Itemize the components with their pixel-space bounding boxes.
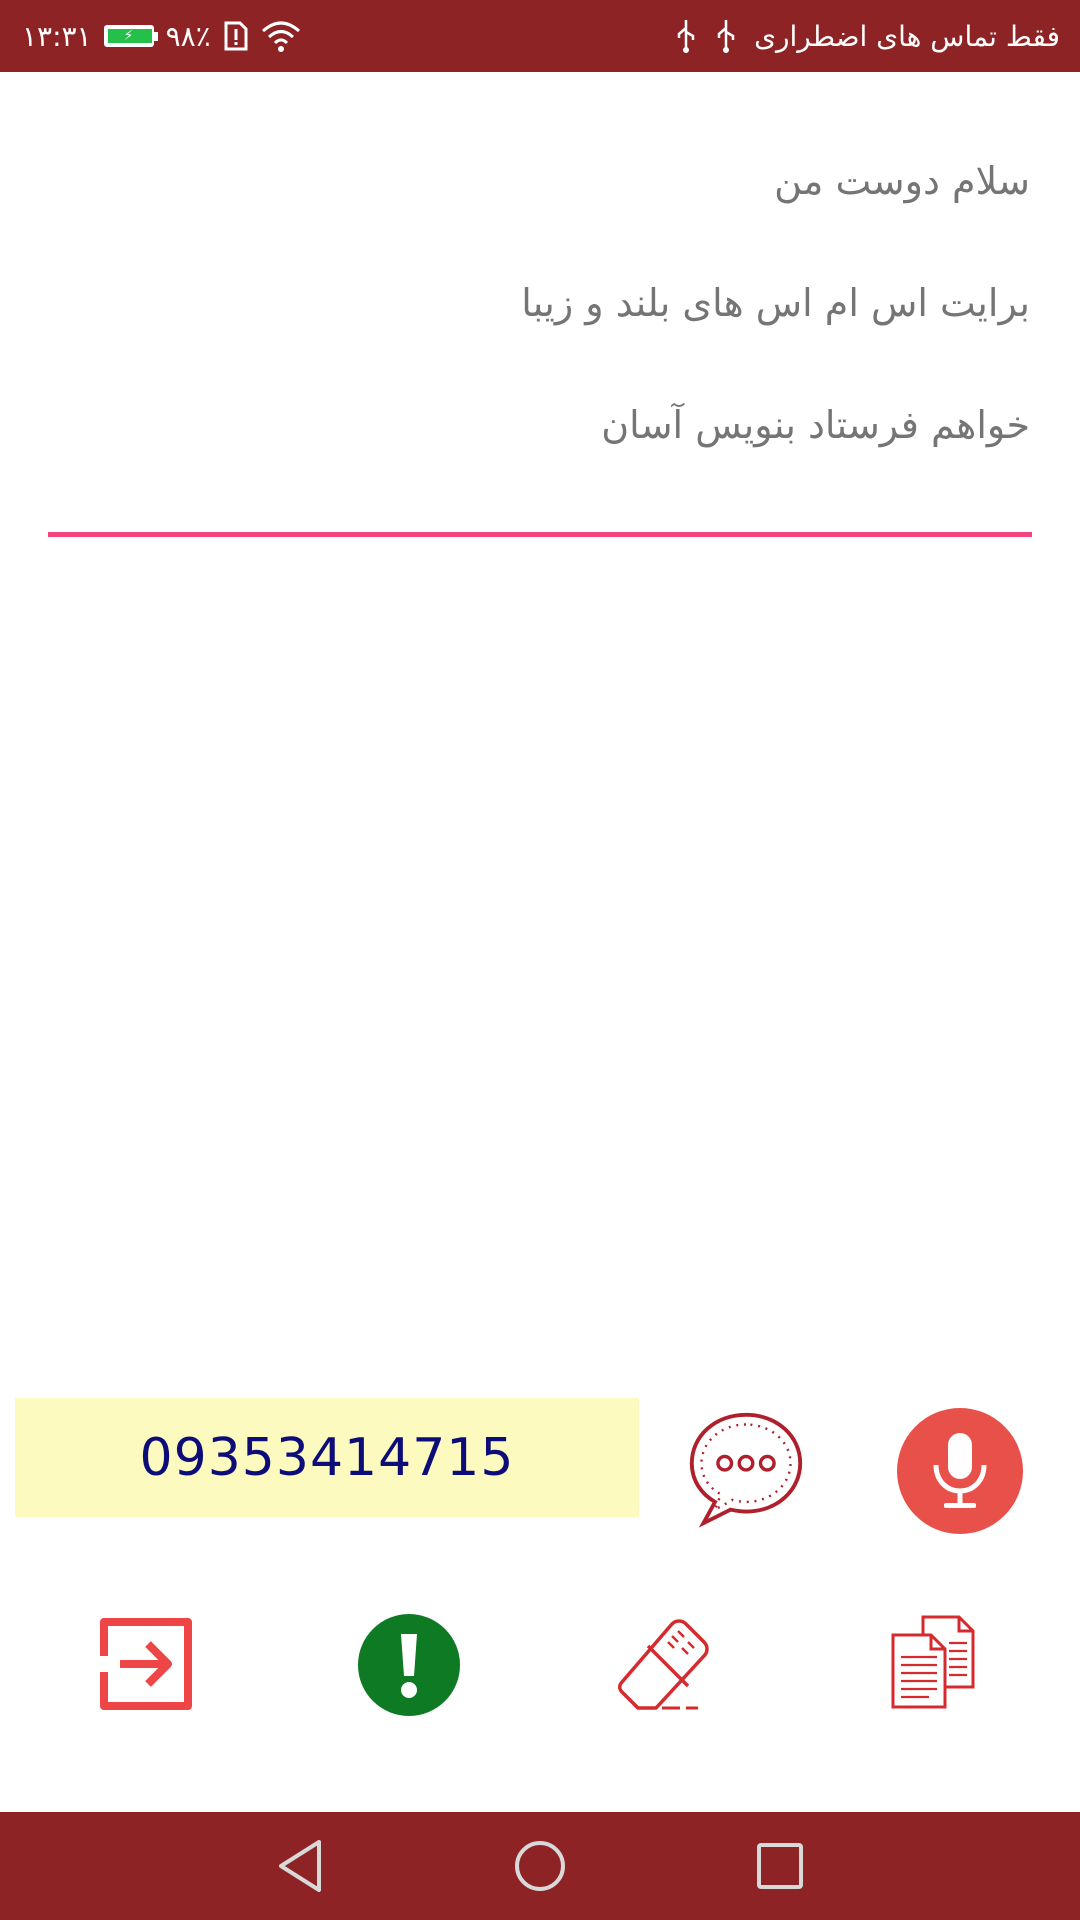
home-circle-icon <box>515 1841 565 1891</box>
battery-percent: ۹۸٪ <box>165 19 211 53</box>
send-sms-button[interactable] <box>686 1408 806 1530</box>
message-input[interactable]: سلام دوست من برایت اس ام اس های بلند و ز… <box>48 120 1032 540</box>
wifi-icon <box>261 21 300 52</box>
clock: ۱۳:۳۱ <box>22 19 92 53</box>
usb-debug-icon <box>717 20 735 53</box>
copy-button[interactable] <box>888 1612 978 1712</box>
microphone-button[interactable] <box>897 1408 1023 1534</box>
back-triangle-icon <box>279 1840 321 1892</box>
input-underline <box>48 532 1032 537</box>
chat-bubble-icon <box>689 1412 803 1528</box>
phone-number-field[interactable]: 09353414715 <box>15 1398 639 1517</box>
exit-button[interactable] <box>98 1616 194 1712</box>
exclamation-icon <box>401 1634 417 1698</box>
status-bar: ۱۳:۳۱ ⚡ ۹۸٪ فقط تماس های اضطراری <box>0 0 1080 72</box>
navigation-bar <box>0 1812 1080 1920</box>
copy-documents-icon <box>891 1615 975 1709</box>
clear-button[interactable] <box>612 1612 712 1712</box>
status-right: فقط تماس های اضطراری <box>674 0 1060 72</box>
app-screen: ۱۳:۳۱ ⚡ ۹۸٪ فقط تماس های اضطراری سلام دو… <box>0 0 1080 1920</box>
status-left: ۱۳:۳۱ ⚡ ۹۸٪ <box>22 0 301 72</box>
nav-recent-button[interactable] <box>750 1836 810 1896</box>
message-text[interactable]: سلام دوست من برایت اس ام اس های بلند و ز… <box>48 120 1032 486</box>
battery-icon: ⚡ <box>103 25 158 47</box>
about-button[interactable] <box>358 1614 460 1716</box>
charging-bolt-icon: ⚡ <box>123 28 134 44</box>
phone-number-text: 09353414715 <box>139 1427 515 1488</box>
eraser-icon <box>618 1619 709 1710</box>
usb-icon <box>677 20 695 53</box>
recent-square-icon <box>757 1843 803 1889</box>
nav-home-button[interactable] <box>510 1836 570 1896</box>
exit-icon <box>100 1618 192 1710</box>
microphone-icon <box>933 1433 987 1508</box>
nav-back-button[interactable] <box>270 1836 330 1896</box>
carrier-text: فقط تماس های اضطراری <box>754 19 1060 53</box>
sim-alert-icon <box>224 21 248 51</box>
